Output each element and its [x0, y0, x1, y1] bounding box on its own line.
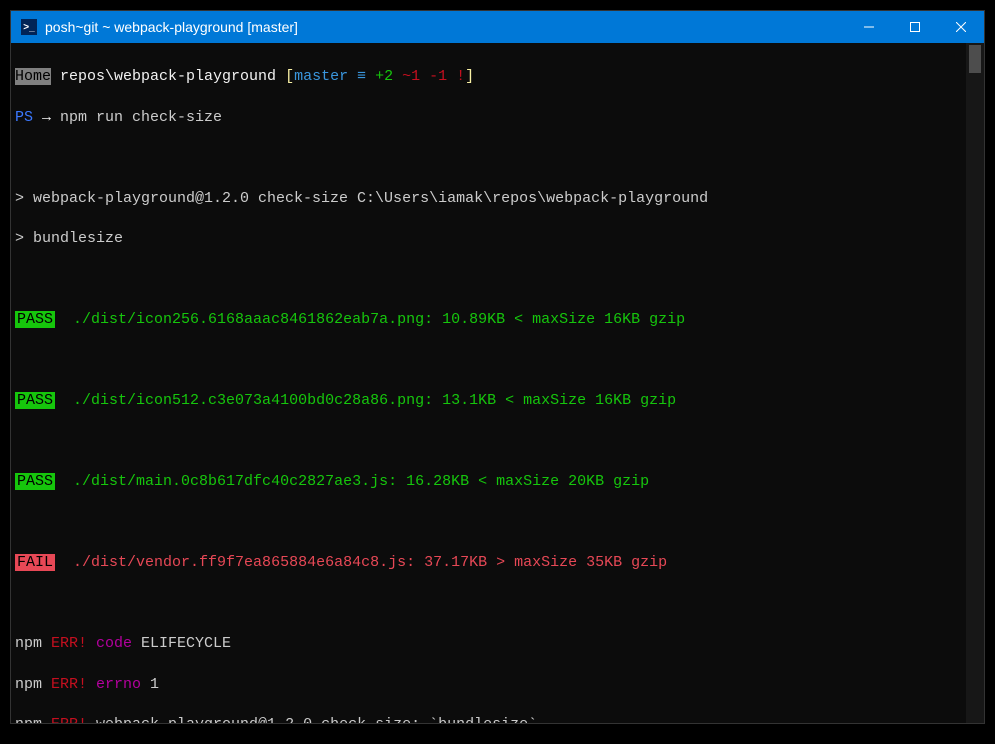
err-label: ERR! — [42, 676, 87, 693]
maximize-button[interactable] — [892, 11, 938, 43]
pass-badge: PASS — [15, 473, 55, 490]
err-label: ERR! — [42, 635, 87, 652]
prompt-line: Home repos\webpack-playground [master ≡ … — [15, 67, 966, 87]
git-behind: ~1 — [393, 68, 420, 85]
git-bang: ! — [447, 68, 465, 85]
window-title: posh~git ~ webpack-playground [master] — [45, 19, 846, 35]
cwd-path: repos\webpack-playground — [51, 68, 285, 85]
result-text: ./dist/icon256.6168aaac8461862eab7a.png:… — [73, 311, 685, 328]
npm-error-line: npm ERR! webpack-playground@1.2.0 check-… — [15, 715, 966, 723]
scrollbar[interactable] — [966, 43, 984, 723]
err-msg: webpack-playground@1.2.0 check-size: `bu… — [87, 716, 537, 723]
err-errno-val: 1 — [141, 676, 159, 693]
result-text: ./dist/main.0c8b617dfc40c2827ae3.js: 16.… — [73, 473, 649, 490]
minimize-button[interactable] — [846, 11, 892, 43]
bundlesize-result: PASS ./dist/icon512.c3e073a4100bd0c28a86… — [15, 391, 966, 411]
npm-label: npm — [15, 635, 42, 652]
npm-label: npm — [15, 676, 42, 693]
err-label: ERR! — [42, 716, 87, 723]
result-text: ./dist/vendor.ff9f7ea865884e6a84c8.js: 3… — [73, 554, 667, 571]
npm-error-line: npm ERR! errno 1 — [15, 675, 966, 695]
bracket: ] — [465, 68, 474, 85]
titlebar[interactable]: >_ posh~git ~ webpack-playground [master… — [11, 11, 984, 43]
npm-label: npm — [15, 716, 42, 723]
typed-command: npm run check-size — [60, 109, 222, 126]
ps-prefix: PS — [15, 109, 33, 126]
pass-badge: PASS — [15, 392, 55, 409]
window-controls — [846, 11, 984, 43]
maximize-icon — [910, 22, 920, 32]
err-code-val: ELIFECYCLE — [132, 635, 231, 652]
git-removed: -1 — [420, 68, 447, 85]
err-errno-key: errno — [87, 676, 141, 693]
git-equiv: ≡ — [348, 68, 375, 85]
pass-badge: PASS — [15, 311, 55, 328]
close-button[interactable] — [938, 11, 984, 43]
ps-arrow: → — [33, 109, 60, 126]
bundlesize-result: PASS ./dist/main.0c8b617dfc40c2827ae3.js… — [15, 472, 966, 492]
powershell-icon: >_ — [21, 19, 37, 35]
fail-badge: FAIL — [15, 554, 55, 571]
minimize-icon — [864, 22, 874, 32]
err-code-key: code — [87, 635, 132, 652]
result-text: ./dist/icon512.c3e073a4100bd0c28a86.png:… — [73, 392, 676, 409]
terminal-window: >_ posh~git ~ webpack-playground [master… — [10, 10, 985, 724]
home-badge: Home — [15, 68, 51, 85]
npm-run-header: > webpack-playground@1.2.0 check-size C:… — [15, 189, 966, 209]
npm-error-line: npm ERR! code ELIFECYCLE — [15, 634, 966, 654]
scrollbar-thumb[interactable] — [969, 45, 981, 73]
git-branch: master — [294, 68, 348, 85]
terminal-content[interactable]: Home repos\webpack-playground [master ≡ … — [11, 43, 966, 723]
bracket: [ — [285, 68, 294, 85]
bundlesize-result: PASS ./dist/icon256.6168aaac8461862eab7a… — [15, 310, 966, 330]
terminal-body: Home repos\webpack-playground [master ≡ … — [11, 43, 984, 723]
bundlesize-result: FAIL ./dist/vendor.ff9f7ea865884e6a84c8.… — [15, 553, 966, 573]
npm-run-header: > bundlesize — [15, 229, 966, 249]
git-ahead: +2 — [375, 68, 393, 85]
ps-command-line: PS → npm run check-size — [15, 108, 966, 128]
close-icon — [956, 22, 966, 32]
